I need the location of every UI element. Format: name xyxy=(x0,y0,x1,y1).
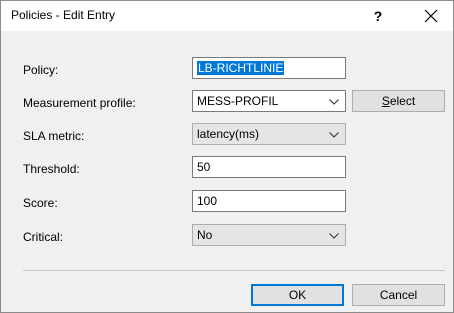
threshold-label: Threshold: xyxy=(23,162,80,176)
title-bar[interactable]: Policies - Edit Entry ? xyxy=(1,1,453,31)
cancel-button-label: Cancel xyxy=(379,288,418,302)
measurement-profile-label: Measurement profile: xyxy=(23,96,136,110)
score-input[interactable]: 100 xyxy=(192,190,346,212)
chevron-down-icon xyxy=(329,99,339,105)
chevron-down-icon xyxy=(329,233,339,239)
threshold-input[interactable]: 50 xyxy=(192,156,346,178)
select-button[interactable]: Select xyxy=(352,90,445,112)
critical-value: No xyxy=(197,228,213,242)
chevron-down-icon xyxy=(329,132,339,138)
ok-button-label: OK xyxy=(288,288,307,302)
help-button[interactable]: ? xyxy=(365,4,391,28)
measurement-profile-combobox[interactable]: MESS-PROFIL xyxy=(192,90,346,112)
select-button-label: Select xyxy=(381,94,416,108)
cancel-button[interactable]: Cancel xyxy=(352,284,445,306)
footer-divider xyxy=(23,270,445,271)
threshold-value: 50 xyxy=(197,160,211,174)
ok-button[interactable]: OK xyxy=(251,284,344,306)
edit-entry-dialog: Policies - Edit Entry ? Policy: LB-RICHT… xyxy=(0,0,454,313)
close-button[interactable] xyxy=(413,3,449,29)
policy-label: Policy: xyxy=(23,63,59,77)
window-title: Policies - Edit Entry xyxy=(11,8,116,22)
measurement-profile-value: MESS-PROFIL xyxy=(197,94,279,108)
score-value: 100 xyxy=(197,194,218,208)
policy-input[interactable]: LB-RICHTLINIE xyxy=(192,57,346,79)
policy-input-selected-text: LB-RICHTLINIE xyxy=(197,61,285,75)
score-label: Score: xyxy=(23,196,58,210)
sla-metric-value: latency(ms) xyxy=(197,127,260,141)
critical-dropdown[interactable]: No xyxy=(192,224,346,246)
sla-metric-dropdown[interactable]: latency(ms) xyxy=(192,123,346,145)
close-icon xyxy=(424,9,438,23)
sla-metric-label: SLA metric: xyxy=(23,129,85,143)
critical-label: Critical: xyxy=(23,230,64,244)
